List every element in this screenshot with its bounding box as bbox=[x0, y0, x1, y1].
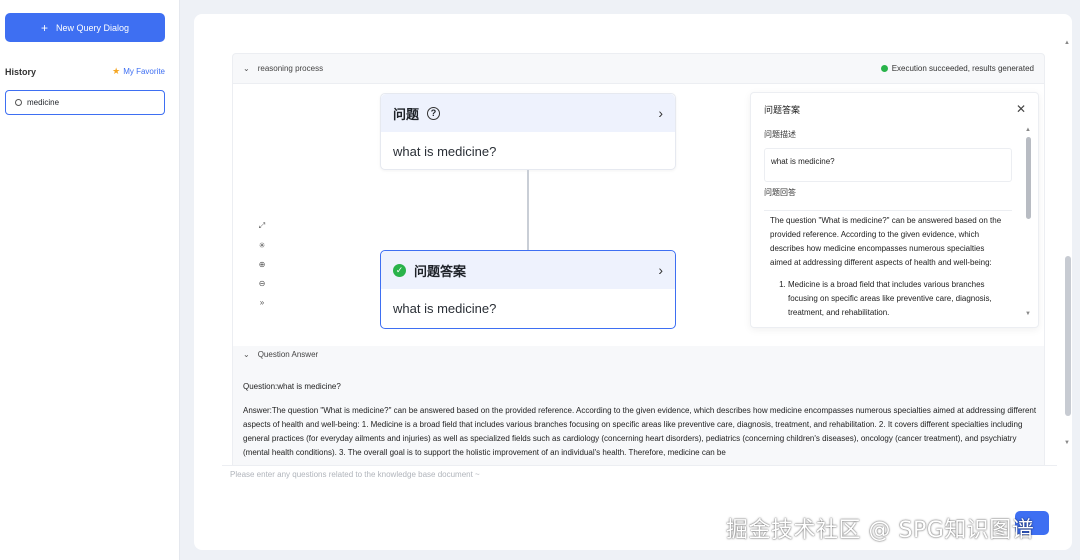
scroll-up-icon[interactable]: ▲ bbox=[1064, 40, 1070, 46]
answer-node[interactable]: ✓ 问题答案 › what is medicine? bbox=[380, 250, 676, 329]
close-icon[interactable]: ✕ bbox=[1016, 102, 1026, 116]
node-detail-panel: 问题答案 ✕ 问题描述 what is medicine? 问题回答 The q… bbox=[750, 92, 1039, 328]
question-answer-label: Question Answer bbox=[257, 350, 319, 359]
new-query-dialog-button[interactable]: + New Query Dialog bbox=[5, 13, 165, 42]
execution-status-text: Execution succeeded, results generated bbox=[891, 64, 1034, 73]
plus-icon: + bbox=[40, 20, 48, 35]
fit-view-icon[interactable]: ⤢ bbox=[256, 220, 268, 232]
my-favorite-link[interactable]: ★ My Favorite bbox=[112, 66, 165, 77]
question-node-title: 问题 bbox=[393, 106, 420, 122]
answer-intro: The question "What is medicine?" can be … bbox=[770, 216, 1002, 267]
scroll-down-icon[interactable]: ▼ bbox=[1025, 311, 1031, 317]
question-answer-body: Question:what is medicine? Answer:The qu… bbox=[243, 380, 1038, 460]
question-answer-content: The question "What is medicine?" can be … bbox=[764, 210, 1012, 327]
star-icon: ★ bbox=[112, 66, 121, 76]
detail-panel-title: 问题答案 bbox=[764, 104, 801, 115]
history-item[interactable]: medicine bbox=[5, 90, 165, 115]
history-item-label: medicine bbox=[27, 98, 60, 107]
chevron-down-icon[interactable]: ⌄ bbox=[243, 350, 250, 359]
watermark: 掘金技术社区 @ SPG知识图谱 bbox=[726, 518, 1035, 543]
history-label: History bbox=[5, 66, 37, 77]
question-node[interactable]: 问题 ? › what is medicine? bbox=[380, 93, 676, 170]
collapse-icon[interactable]: » bbox=[256, 296, 268, 308]
detail-scrollbar[interactable]: ▲ ▼ bbox=[1025, 127, 1031, 317]
page-scrollbar[interactable]: ▲ ▼ bbox=[1064, 40, 1072, 460]
success-dot-icon bbox=[880, 65, 888, 72]
reasoning-process-header[interactable]: ⌄ reasoning process Execution succeeded,… bbox=[233, 54, 1044, 84]
answer-text: Answer:The question "What is medicine?" … bbox=[243, 406, 1037, 457]
question-answer-label: 问题回答 bbox=[764, 188, 796, 197]
question-description-value: what is medicine? bbox=[764, 148, 1012, 182]
question-line: Question:what is medicine? bbox=[243, 382, 341, 391]
center-icon[interactable]: ✳ bbox=[256, 239, 268, 251]
question-answer-header[interactable]: ⌄ Question Answer bbox=[233, 346, 1044, 363]
query-input[interactable] bbox=[230, 470, 1010, 479]
chevron-down-icon[interactable]: ⌄ bbox=[243, 64, 250, 73]
scrollbar-thumb[interactable] bbox=[1026, 137, 1031, 219]
history-row: History ★ My Favorite bbox=[5, 66, 165, 77]
result-card: ⌄ reasoning process Execution succeeded,… bbox=[232, 53, 1045, 471]
scroll-down-icon[interactable]: ▼ bbox=[1064, 440, 1070, 446]
chat-icon bbox=[15, 99, 22, 106]
main-panel: ⌄ reasoning process Execution succeeded,… bbox=[194, 14, 1072, 550]
page-scrollbar-thumb[interactable] bbox=[1065, 256, 1071, 416]
reasoning-process-label: reasoning process bbox=[257, 64, 324, 73]
check-circle-icon: ✓ bbox=[393, 263, 406, 277]
execution-status: Execution succeeded, results generated bbox=[880, 64, 1034, 73]
edge-connector bbox=[527, 170, 529, 250]
chevron-right-icon[interactable]: › bbox=[658, 105, 663, 121]
chevron-right-icon[interactable]: › bbox=[658, 262, 663, 278]
question-description-label: 问题描述 bbox=[764, 130, 796, 139]
answer-list-item: Medicine is a broad field that includes … bbox=[788, 278, 1006, 320]
sidebar: + New Query Dialog History ★ My Favorite… bbox=[0, 0, 180, 560]
question-node-text: what is medicine? bbox=[393, 144, 497, 159]
answer-node-title: 问题答案 bbox=[414, 263, 467, 279]
my-favorite-label: My Favorite bbox=[123, 67, 165, 76]
scroll-up-icon[interactable]: ▲ bbox=[1025, 127, 1031, 133]
help-circle-icon[interactable]: ? bbox=[427, 106, 441, 120]
graph-toolbar: ⤢ ✳ ⊕ ⊖ » bbox=[251, 220, 273, 308]
zoom-out-icon[interactable]: ⊖ bbox=[256, 277, 268, 289]
new-query-dialog-label: New Query Dialog bbox=[55, 22, 130, 33]
zoom-in-icon[interactable]: ⊕ bbox=[256, 258, 268, 270]
reasoning-graph-canvas[interactable]: 问题 ? › what is medicine? ✓ 问题答案 › what i… bbox=[233, 84, 1044, 346]
answer-node-text: what is medicine? bbox=[393, 301, 497, 316]
